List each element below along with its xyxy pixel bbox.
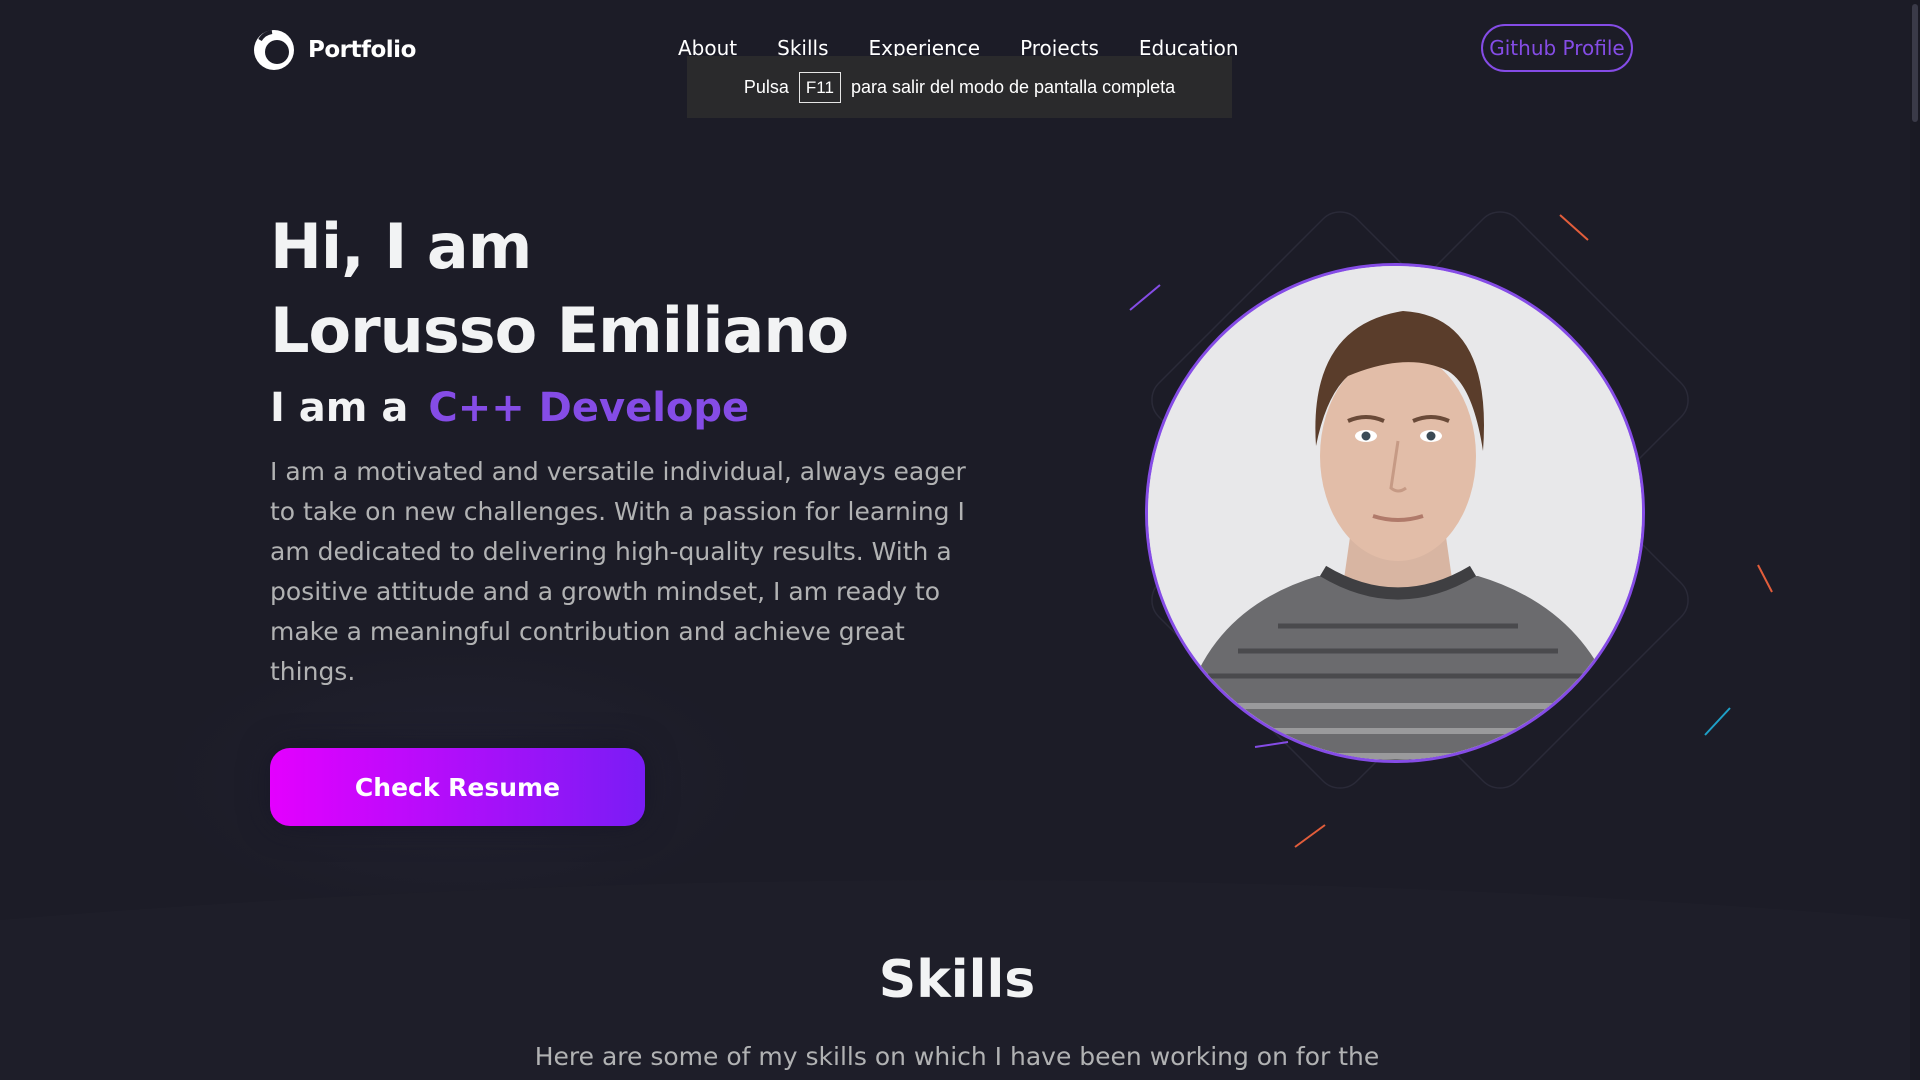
hero-heading: Hi, I am Lorusso Emiliano	[270, 205, 849, 373]
hero-role-typed: C++ Develope	[428, 385, 750, 431]
logo-icon	[254, 30, 294, 70]
logo[interactable]: Portfolio	[252, 28, 416, 72]
logo-text: Portfolio	[308, 37, 416, 63]
check-resume-button[interactable]: Check Resume	[270, 748, 645, 826]
github-profile-button[interactable]: Github Profile	[1481, 24, 1633, 72]
skills-title: Skills	[878, 950, 1036, 1010]
hero-role-prefix: I am a	[270, 385, 409, 431]
hero-name: Lorusso Emiliano	[270, 294, 849, 367]
scrollbar-thumb[interactable]	[1912, 4, 1918, 122]
profile-photo	[1145, 263, 1645, 763]
fullscreen-notice-before: Pulsa	[743, 76, 789, 97]
profile-photo-illustration	[1148, 266, 1642, 760]
skills-subtitle: Here are some of my skills on which I ha…	[534, 1042, 1380, 1071]
hero-role: I am a C++ Develope	[270, 385, 749, 431]
page-scrollbar[interactable]	[1910, 0, 1920, 1080]
hero-greeting: Hi, I am	[270, 210, 532, 283]
fullscreen-notice: Pulsa F11 para salir del modo de pantall…	[687, 56, 1232, 118]
fullscreen-notice-key: F11	[798, 71, 841, 103]
fullscreen-notice-after: para salir del modo de pantalla completa	[850, 76, 1176, 97]
hero-description: I am a motivated and versatile individua…	[270, 457, 966, 686]
